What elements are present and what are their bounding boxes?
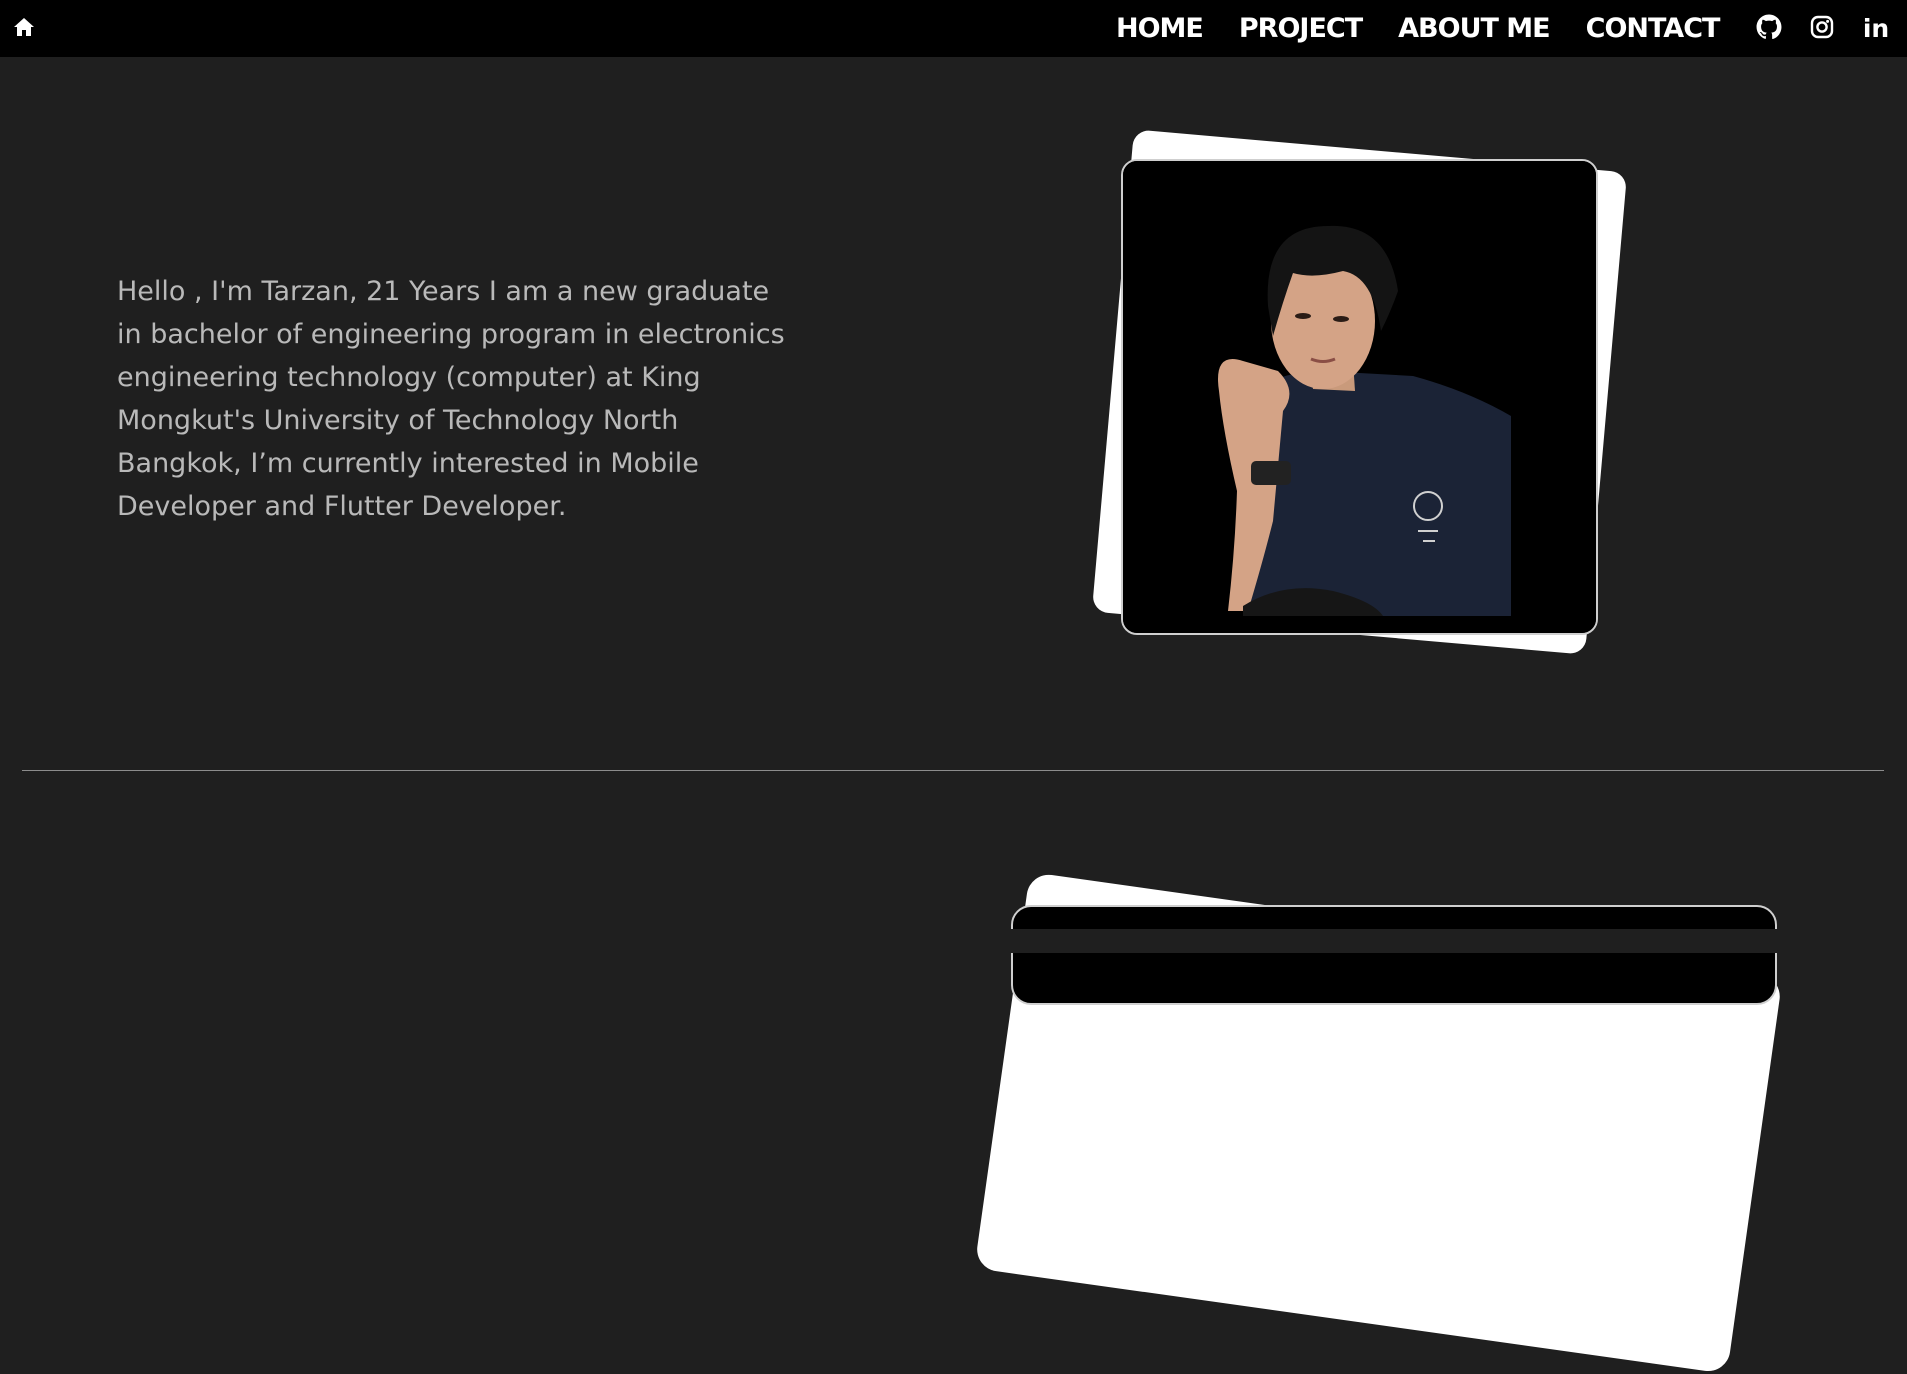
project-card [1011, 905, 1777, 1005]
nav-links: HOME PROJECT ABOUT ME CONTACT [1116, 0, 1755, 57]
intro-text: Hello , I'm Tarzan, 21 Years I am a new … [117, 276, 785, 522]
profile-photo [1121, 159, 1598, 635]
section-divider [22, 770, 1884, 771]
instagram-icon [1810, 15, 1834, 43]
nav-link-project[interactable]: PROJECT [1239, 13, 1363, 44]
page-bottom-fill [0, 929, 1907, 953]
github-icon [1756, 14, 1782, 44]
nav-link-about-me[interactable]: ABOUT ME [1398, 13, 1550, 44]
navbar: HOME PROJECT ABOUT ME CONTACT in [0, 0, 1907, 57]
home-icon [13, 17, 35, 41]
github-link[interactable] [1755, 14, 1783, 44]
instagram-link[interactable] [1808, 14, 1836, 44]
nav-link-contact[interactable]: CONTACT [1586, 13, 1721, 44]
linkedin-link[interactable]: in [1862, 14, 1890, 44]
home-button[interactable] [10, 15, 38, 43]
nav-link-home[interactable]: HOME [1116, 13, 1204, 44]
